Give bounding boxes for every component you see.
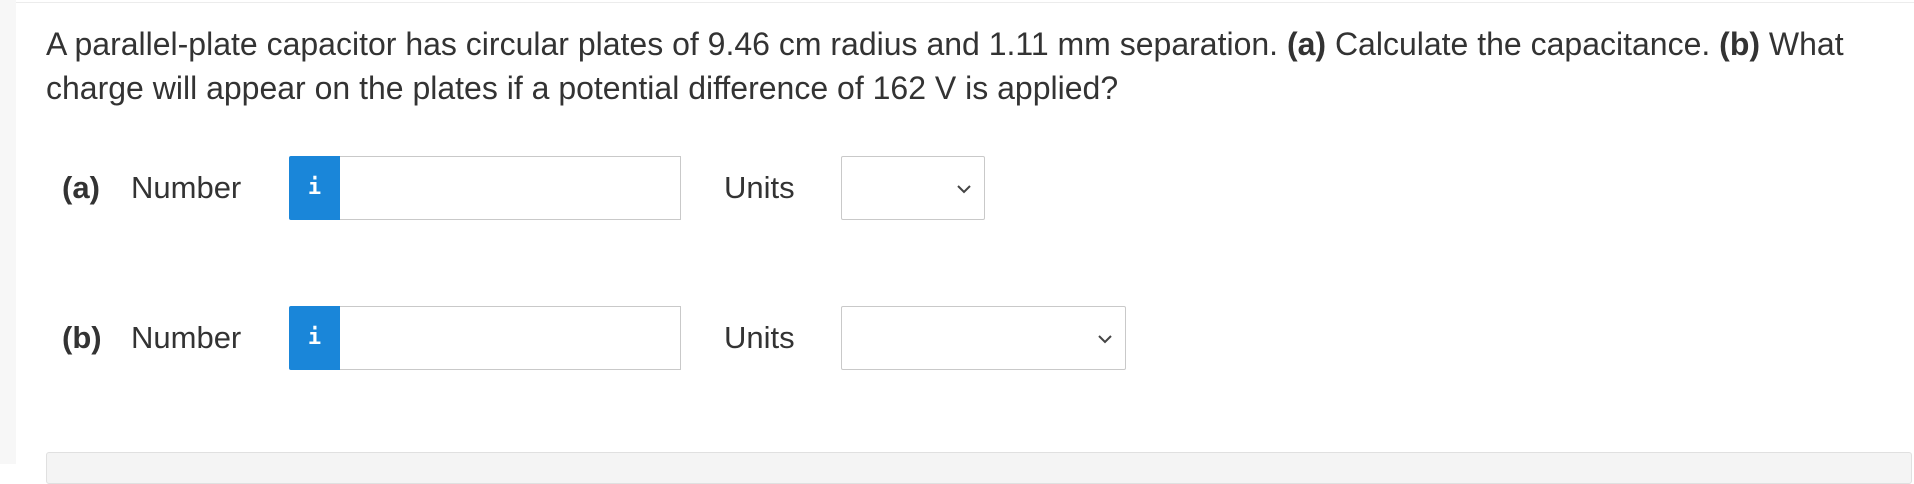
question-intro: A parallel-plate capacitor has circular … bbox=[46, 26, 1287, 62]
question-part-a-label: (a) bbox=[1286, 26, 1327, 62]
part-a-label: (a) bbox=[62, 170, 100, 205]
question-text: A parallel-plate capacitor has circular … bbox=[46, 22, 1906, 110]
chevron-down-icon bbox=[957, 185, 971, 194]
footer-panel bbox=[46, 452, 1912, 484]
info-icon[interactable]: i bbox=[289, 306, 340, 370]
number-input-a[interactable] bbox=[340, 156, 681, 220]
units-select-a[interactable] bbox=[841, 156, 985, 220]
part-b-label: (b) bbox=[62, 320, 102, 355]
number-label-b: Number bbox=[131, 320, 242, 355]
chevron-down-icon bbox=[1098, 335, 1112, 344]
question-part-b-label: (b) bbox=[1719, 26, 1761, 62]
answer-row-a: (a) Number i Units bbox=[0, 156, 1200, 220]
number-label-a: Number bbox=[131, 170, 242, 205]
number-input-b[interactable] bbox=[340, 306, 681, 370]
units-label-b: Units bbox=[724, 320, 795, 355]
info-icon[interactable]: i bbox=[289, 156, 340, 220]
units-label-a: Units bbox=[724, 170, 795, 205]
top-divider bbox=[16, 2, 1914, 3]
units-select-b[interactable] bbox=[841, 306, 1126, 370]
left-margin-strip bbox=[0, 0, 16, 464]
question-part-a-text: Calculate the capacitance. bbox=[1326, 26, 1720, 62]
answer-row-b: (b) Number i Units bbox=[0, 306, 1200, 370]
